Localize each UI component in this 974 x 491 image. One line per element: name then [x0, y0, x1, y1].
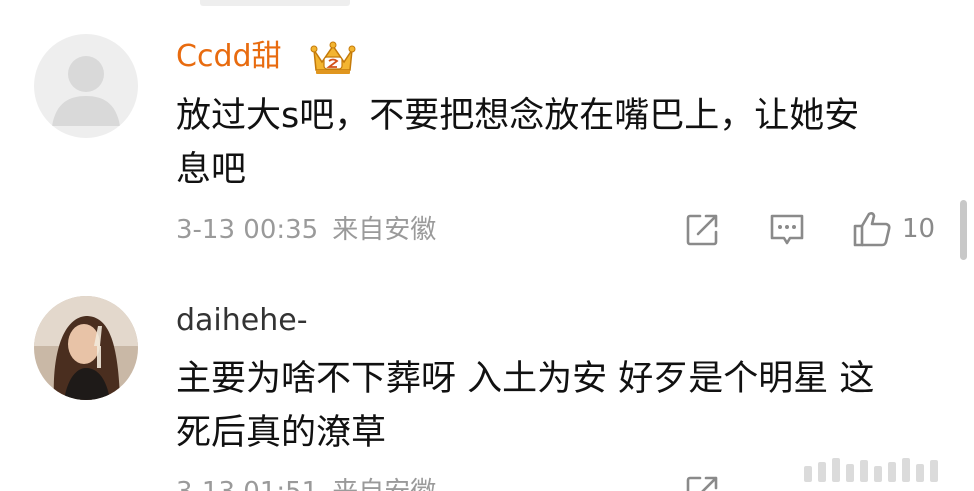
location: 来自安徽 — [332, 477, 436, 491]
watermark-logo — [802, 456, 952, 486]
comment-text: 主要为啥不下葬呀 入土为安 好歹是个明星 这 死后真的潦草 — [176, 352, 936, 460]
comment-text-line: 死后真的潦草 — [176, 413, 387, 453]
comment-text: 放过大s吧，不要把想念放在嘴巴上，让她安 息吧 — [176, 89, 936, 197]
comment-icon — [770, 214, 804, 245]
comment-text-line: 主要为啥不下葬呀 入土为安 好歹是个明星 这 — [176, 359, 875, 399]
crown-badge-icon — [308, 40, 358, 76]
share-button[interactable] — [684, 212, 720, 248]
share-button[interactable] — [684, 474, 720, 491]
location: 来自安徽 — [332, 215, 437, 245]
share-icon — [686, 214, 718, 246]
previous-content-edge — [200, 0, 350, 6]
user-photo-avatar[interactable] — [34, 296, 138, 400]
comment-meta: 3-13 01:51 来自安徽 — [176, 476, 436, 491]
timestamp: 3-13 01:51 — [176, 477, 318, 491]
comment-feed: Ccdd甜 放过大s吧，不要把想念放在嘴巴上，让她安 息吧 3-13 00:35… — [0, 0, 974, 491]
scrollbar[interactable] — [960, 200, 967, 260]
comment-text-line: 息吧 — [176, 150, 247, 190]
like-count: 10 — [902, 214, 936, 244]
reply-button[interactable] — [768, 212, 806, 248]
username[interactable]: Ccdd甜 — [176, 39, 282, 75]
share-icon — [686, 476, 718, 491]
default-avatar-icon[interactable] — [34, 34, 138, 138]
comment-text-line: 放过大s吧，不要把想念放在嘴巴上，让她安 — [176, 96, 860, 136]
like-button[interactable]: 10 — [852, 210, 935, 248]
thumbs-up-icon — [853, 212, 891, 247]
timestamp: 3-13 00:35 — [176, 215, 319, 245]
username[interactable]: daihehe- — [176, 303, 308, 339]
comment-meta: 3-13 00:35 来自安徽 — [176, 214, 436, 246]
